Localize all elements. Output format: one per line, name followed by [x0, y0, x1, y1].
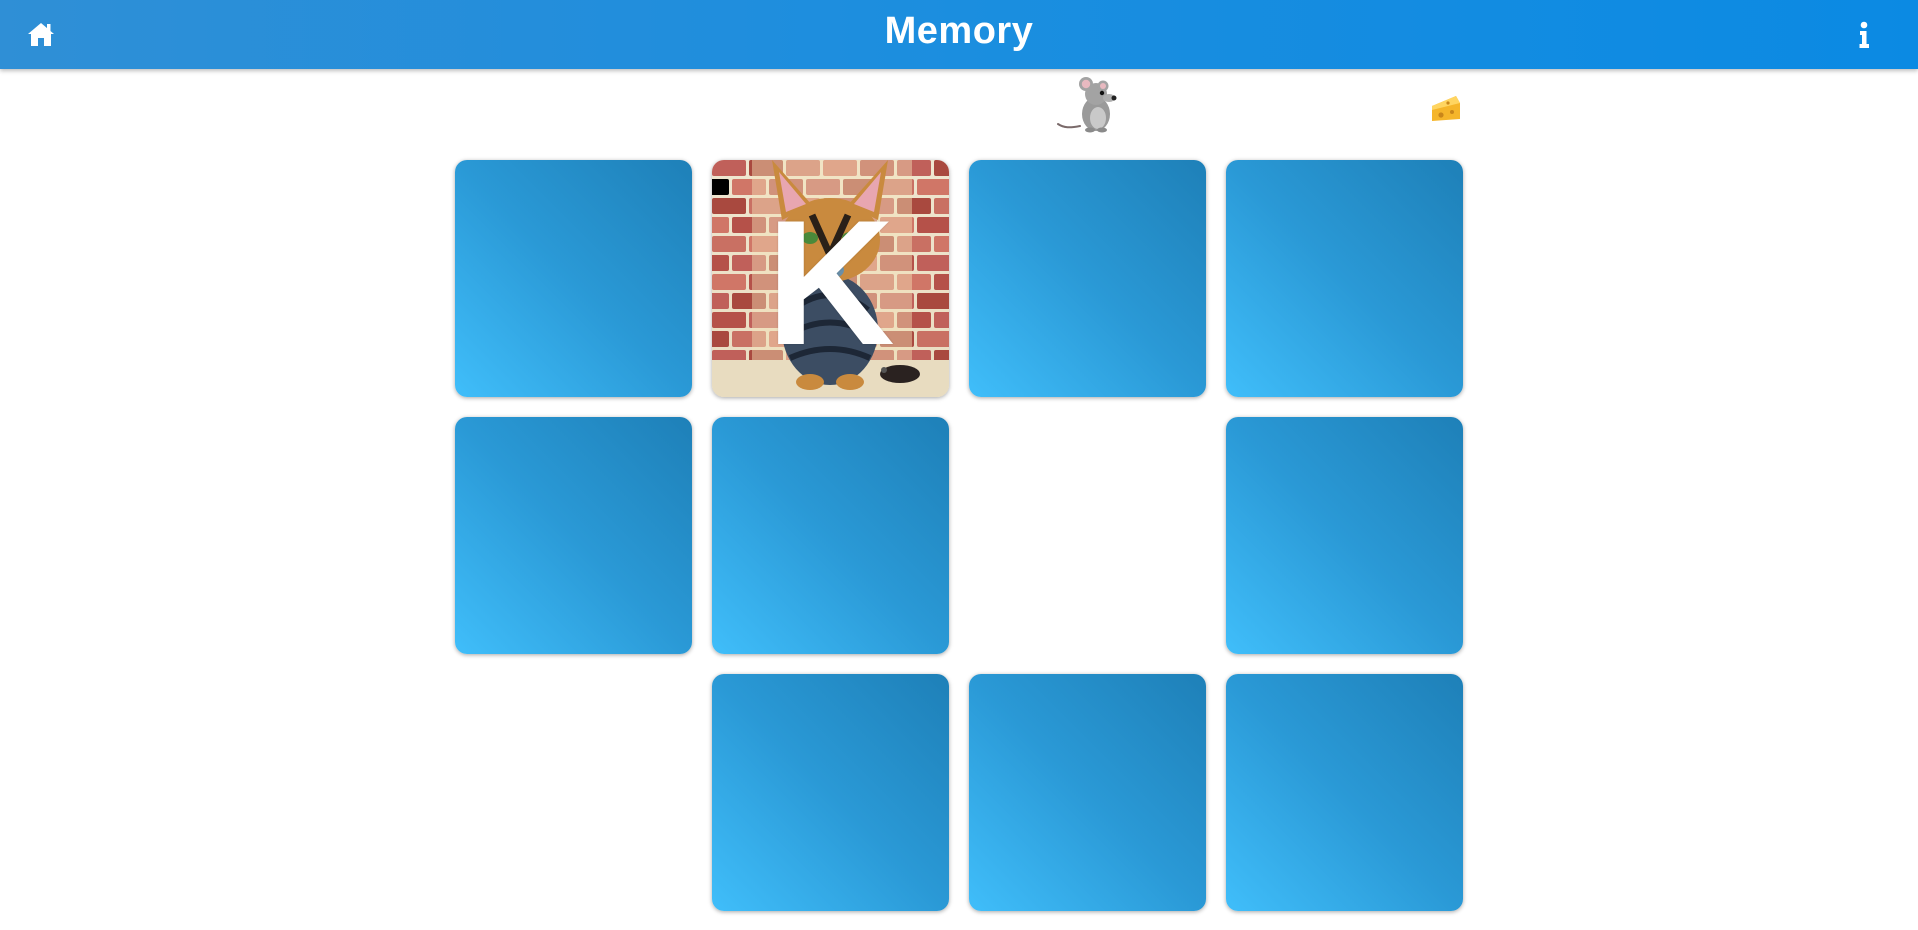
card-matched-empty [455, 674, 692, 911]
card-letter: K [766, 183, 895, 382]
info-icon [1859, 21, 1869, 48]
card-back[interactable] [969, 674, 1206, 911]
page-title: Memory [884, 10, 1034, 52]
card-back[interactable] [1226, 160, 1463, 397]
card-back[interactable] [1226, 417, 1463, 654]
card-back[interactable] [455, 417, 692, 654]
card-matched-empty [969, 417, 1206, 654]
card-back[interactable] [969, 160, 1206, 397]
card-back[interactable] [455, 160, 692, 397]
card-back[interactable] [1226, 674, 1463, 911]
card-revealed: K [712, 160, 949, 397]
card-back[interactable] [712, 417, 949, 654]
card-back[interactable] [712, 674, 949, 911]
cheese-icon [1432, 96, 1460, 121]
info-button[interactable] [1850, 20, 1878, 50]
mouse-icon [1057, 77, 1117, 133]
top-bar: Memory [0, 0, 1918, 69]
